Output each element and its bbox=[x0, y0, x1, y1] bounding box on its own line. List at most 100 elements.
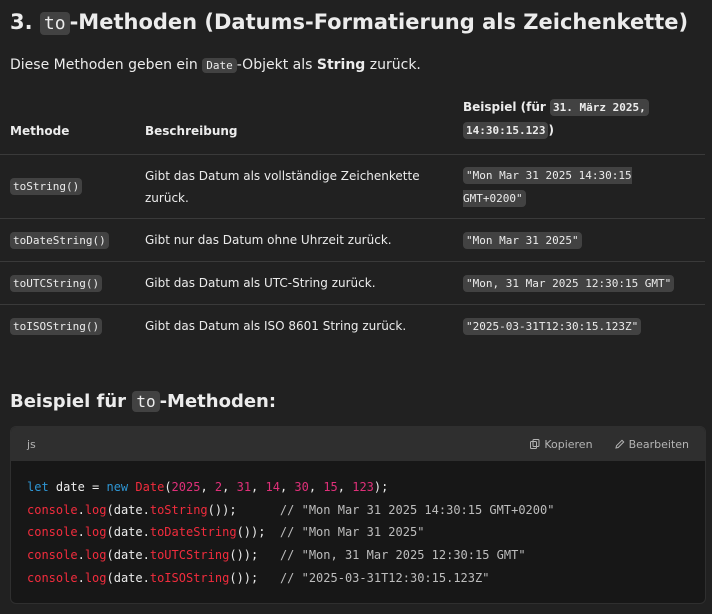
example-code: "Mon, 31 Mar 2025 12:30:15 GMT" bbox=[463, 274, 675, 292]
example-code: "Mon Mar 31 2025 14:30:15 GMT+0200" bbox=[463, 166, 632, 207]
copy-button[interactable]: Kopieren bbox=[530, 437, 593, 451]
description-cell: Gibt das Datum als UTC-String zurück. bbox=[145, 276, 376, 290]
description-cell: Gibt das Datum als ISO 8601 String zurüc… bbox=[145, 319, 407, 333]
code-token: 123 bbox=[352, 480, 374, 494]
example-heading-text: -Methoden: bbox=[159, 391, 277, 412]
intro-text: -Objekt als bbox=[236, 57, 317, 73]
code-token: ()); bbox=[229, 548, 259, 563]
code-token: , bbox=[279, 480, 295, 494]
table-row: toUTCString() Gibt das Datum als UTC-Str… bbox=[0, 261, 705, 305]
code-token: log bbox=[84, 570, 107, 585]
code-comment: // "2025-03-31T12:30:15.123Z" bbox=[279, 570, 490, 585]
method-code: toString() bbox=[10, 178, 83, 195]
code-token: console bbox=[27, 570, 78, 585]
code-content: let date = new Date(2025, 2, 31, 14, 30,… bbox=[11, 461, 705, 603]
code-token: console bbox=[27, 502, 78, 517]
intro-text: Diese Methoden geben ein bbox=[10, 57, 203, 73]
example-header-text: ) bbox=[548, 123, 554, 137]
code-token: . bbox=[77, 502, 85, 517]
code-token: , bbox=[200, 480, 215, 494]
code-token: toUTCString bbox=[149, 548, 230, 563]
code-comment: // "Mon, 31 Mar 2025 12:30:15 GMT" bbox=[279, 548, 526, 563]
code-token: console bbox=[27, 548, 78, 563]
method-cell: toString() bbox=[0, 155, 135, 219]
code-token: ()); bbox=[229, 570, 259, 585]
edit-label: Bearbeiten bbox=[628, 437, 689, 451]
description-cell: Gibt nur das Datum ohne Uhrzeit zurück. bbox=[145, 233, 392, 247]
method-code: toISOString() bbox=[10, 317, 103, 335]
code-token: ( bbox=[164, 480, 172, 494]
heading-code: to bbox=[39, 12, 70, 35]
example-header-code: 14:30:15.123 bbox=[463, 122, 549, 139]
code-line: console.log(date.toUTCString()); // "Mon… bbox=[27, 548, 526, 562]
code-block-header: js Kopieren Bearbeiten bbox=[11, 427, 705, 461]
code-token: , bbox=[337, 480, 353, 494]
column-header-description: Beschreibung bbox=[145, 124, 238, 138]
code-token: (date. bbox=[106, 525, 150, 540]
code-token: . bbox=[77, 548, 85, 563]
example-cell: "Mon Mar 31 2025 14:30:15 GMT+0200" bbox=[453, 155, 705, 219]
table-header-row: Methode Beschreibung Beispiel (für 31. M… bbox=[0, 96, 705, 155]
code-token: (date. bbox=[106, 570, 150, 585]
table-row: toDateString() Gibt nur das Datum ohne U… bbox=[0, 218, 705, 262]
code-token: (date. bbox=[106, 502, 150, 517]
description-cell: Gibt das Datum als vollständige Zeichenk… bbox=[145, 168, 420, 205]
example-cell: "2025-03-31T12:30:15.123Z" bbox=[453, 305, 705, 348]
intro-paragraph: Diese Methoden geben ein Date -Objekt als… bbox=[10, 55, 421, 76]
code-line: console.log(date.toDateString()); // "Mo… bbox=[27, 525, 424, 539]
code-token: let bbox=[27, 480, 49, 494]
example-heading-code: to bbox=[132, 391, 160, 412]
code-token: , bbox=[308, 480, 324, 494]
table-row: toISOString() Gibt das Datum als ISO 860… bbox=[0, 304, 705, 348]
example-heading: Beispiel für to -Methoden: bbox=[10, 388, 276, 416]
copy-label: Kopieren bbox=[544, 437, 593, 451]
code-token: log bbox=[84, 525, 107, 540]
code-token: 31 bbox=[236, 480, 252, 494]
code-line: console.log(date.toString()); // "Mon Ma… bbox=[27, 503, 554, 517]
code-token: ()); bbox=[236, 525, 266, 540]
method-cell: toISOString() bbox=[0, 305, 135, 348]
code-token: 2025 bbox=[171, 480, 201, 494]
edit-button[interactable]: Bearbeiten bbox=[614, 437, 689, 451]
example-header-code: 31. März 2025, bbox=[550, 99, 649, 116]
intro-bold: String bbox=[316, 57, 366, 73]
example-code: "2025-03-31T12:30:15.123Z" bbox=[463, 317, 642, 335]
example-header-text: Beispiel (für bbox=[463, 100, 551, 114]
code-token: toISOString bbox=[149, 570, 230, 585]
column-header-method: Methode bbox=[10, 124, 70, 138]
method-code: toDateString() bbox=[10, 231, 109, 249]
code-token: toDateString bbox=[149, 525, 237, 540]
code-token: , bbox=[222, 480, 237, 494]
example-code: "Mon Mar 31 2025" bbox=[463, 231, 582, 249]
example-heading-text: Beispiel für bbox=[10, 391, 133, 412]
method-cell: toUTCString() bbox=[0, 262, 135, 305]
example-cell: "Mon, 31 Mar 2025 12:30:15 GMT" bbox=[453, 262, 705, 305]
code-token: date = bbox=[48, 480, 107, 494]
code-line: console.log(date.toISOString()); // "202… bbox=[27, 571, 489, 585]
code-comment: // "Mon Mar 31 2025" bbox=[279, 525, 425, 540]
code-line: let date = new Date(2025, 2, 31, 14, 30,… bbox=[27, 480, 388, 494]
code-token: (date. bbox=[106, 548, 150, 563]
code-token: log bbox=[84, 502, 107, 517]
code-token: 15 bbox=[323, 480, 338, 494]
copy-icon bbox=[530, 439, 540, 449]
code-token: ); bbox=[373, 480, 389, 494]
code-token: new bbox=[106, 480, 129, 494]
code-token: ()); bbox=[207, 502, 237, 517]
code-token: console bbox=[27, 525, 78, 540]
code-comment: // "Mon Mar 31 2025 14:30:15 GMT+0200" bbox=[279, 502, 555, 517]
intro-text: zurück. bbox=[365, 57, 421, 73]
example-cell: "Mon Mar 31 2025" bbox=[453, 219, 705, 262]
methods-table: Methode Beschreibung Beispiel (für 31. M… bbox=[0, 96, 705, 347]
pencil-icon bbox=[614, 439, 624, 449]
code-token: . bbox=[77, 570, 85, 585]
column-header-example: Beispiel (für 31. März 2025, 14:30:15.123… bbox=[453, 96, 705, 155]
code-token: 30 bbox=[294, 480, 309, 494]
code-token: . bbox=[77, 525, 85, 540]
code-token: toString bbox=[149, 502, 208, 517]
code-token: 14 bbox=[265, 480, 280, 494]
